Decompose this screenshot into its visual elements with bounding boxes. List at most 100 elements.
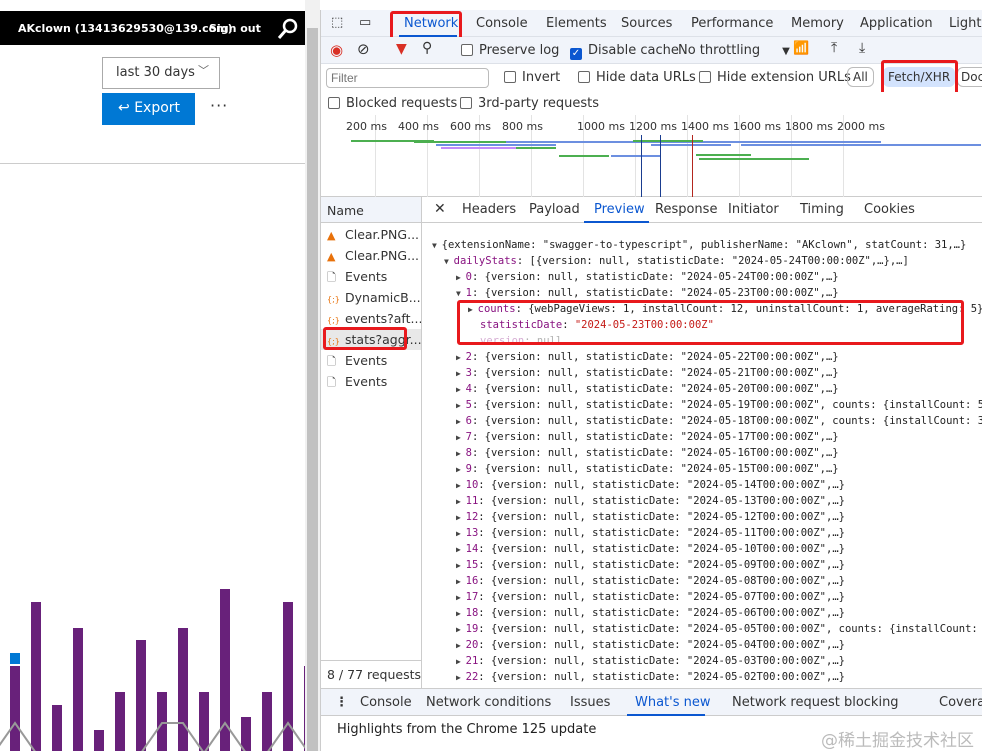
preview-line[interactable]: ▶ 9: {version: null, statisticDate: "202… bbox=[456, 463, 839, 475]
filter-doc-button[interactable]: Doc bbox=[957, 67, 982, 87]
detail-tab-preview[interactable]: Preview bbox=[594, 202, 645, 217]
preview-line[interactable]: ▶ 6: {version: null, statisticDate: "202… bbox=[456, 415, 982, 427]
preview-line[interactable]: ▶ 18: {version: null, statisticDate: "20… bbox=[456, 607, 845, 619]
export-har-icon[interactable]: ⤓ bbox=[859, 40, 865, 56]
drawer-tab-coverage[interactable]: Coverage bbox=[939, 695, 982, 710]
tab-application[interactable]: Application bbox=[860, 16, 933, 31]
invert-checkbox[interactable]: Invert bbox=[504, 70, 560, 85]
preview-line[interactable]: ▶ 21: {version: null, statisticDate: "20… bbox=[456, 655, 845, 667]
preview-line[interactable]: ▶ 12: {version: null, statisticDate: "20… bbox=[456, 511, 845, 523]
filter-input[interactable] bbox=[326, 68, 489, 88]
tab-elements[interactable]: Elements bbox=[546, 16, 607, 31]
preview-line[interactable]: ▶ 11: {version: null, statisticDate: "20… bbox=[456, 495, 845, 507]
import-har-icon[interactable]: ⤒ bbox=[831, 40, 837, 56]
preview-line[interactable]: ▶ 2: {version: null, statisticDate: "202… bbox=[456, 351, 839, 363]
expand-triangle-icon: ▶ bbox=[456, 673, 466, 682]
record-icon[interactable]: ◉ bbox=[330, 41, 343, 59]
drawer-tab-network-conditions[interactable]: Network conditions bbox=[426, 695, 551, 710]
preview-line[interactable]: ▶ 4: {version: null, statisticDate: "202… bbox=[456, 383, 839, 395]
request-row[interactable]: {;} DynamicB... bbox=[321, 287, 421, 308]
preview-line[interactable]: ▶ 7: {version: null, statisticDate: "202… bbox=[456, 431, 839, 443]
chart-bar[interactable] bbox=[52, 705, 62, 751]
tab-memory[interactable]: Memory bbox=[791, 16, 844, 31]
preview-line[interactable]: ▼ 1: {version: null, statisticDate: "202… bbox=[456, 287, 839, 299]
preview-line[interactable]: ▶ 17: {version: null, statisticDate: "20… bbox=[456, 591, 845, 603]
network-timeline[interactable]: 200 ms 400 ms 600 ms 800 ms 1000 ms 1200 ms 14… bbox=[321, 115, 982, 197]
hide-data-urls-checkbox[interactable]: Hide data URLs bbox=[578, 70, 696, 85]
inspect-element-icon[interactable]: ⬚ bbox=[331, 15, 343, 30]
chart-bar[interactable] bbox=[73, 628, 83, 751]
preview-line[interactable]: ▶ 8: {version: null, statisticDate: "202… bbox=[456, 447, 839, 459]
search-icon[interactable]: ⚲ bbox=[422, 40, 432, 56]
date-range-dropdown[interactable]: last 30 days ﹀ bbox=[102, 57, 220, 89]
preview-text: 22 bbox=[465, 671, 479, 683]
third-party-checkbox[interactable]: 3rd-party requests bbox=[460, 96, 599, 111]
user-account[interactable]: AKclown (13413629530@139.com) bbox=[18, 22, 233, 35]
sign-out-link[interactable]: Sign out bbox=[209, 22, 261, 35]
preview-line[interactable]: ▼ dailyStats: [{version: null, statistic… bbox=[444, 255, 909, 267]
detail-tab-headers[interactable]: Headers bbox=[462, 202, 516, 217]
preview-line[interactable]: ▶ 13: {version: null, statisticDate: "20… bbox=[456, 527, 845, 539]
chart-bar[interactable] bbox=[262, 692, 272, 751]
drawer-tab-what-s-new[interactable]: What's new bbox=[635, 695, 711, 710]
request-row[interactable]: 🗋 Events bbox=[321, 350, 421, 371]
detail-tab-initiator[interactable]: Initiator bbox=[728, 202, 779, 217]
preview-line[interactable]: ▶ 3: {version: null, statisticDate: "202… bbox=[456, 367, 839, 379]
search-icon[interactable] bbox=[277, 18, 299, 40]
page-scrollbar-thumb[interactable] bbox=[307, 28, 318, 751]
chart-bar[interactable] bbox=[10, 666, 20, 751]
detail-tab-cookies[interactable]: Cookies bbox=[864, 202, 915, 217]
chart-bar[interactable] bbox=[31, 602, 41, 751]
chart-bar[interactable] bbox=[136, 640, 146, 751]
chart-bar[interactable] bbox=[178, 628, 188, 751]
tab-lighth[interactable]: Lighth bbox=[949, 16, 982, 31]
preview-line[interactable]: ▶ 20: {version: null, statisticDate: "20… bbox=[456, 639, 845, 651]
drawer-menu-icon[interactable]: ⋮ bbox=[335, 695, 348, 710]
preserve-log-checkbox[interactable]: Preserve log bbox=[461, 43, 559, 58]
preview-line[interactable]: ▶ 5: {version: null, statisticDate: "202… bbox=[456, 399, 982, 411]
filter-icon[interactable]: ▼ bbox=[396, 41, 407, 57]
request-row[interactable]: ▲ Clear.PNG... bbox=[321, 245, 421, 266]
detail-tab-timing[interactable]: Timing bbox=[800, 202, 844, 217]
tab-performance[interactable]: Performance bbox=[691, 16, 773, 31]
selected-bar-marker bbox=[10, 653, 20, 664]
request-row[interactable]: ▲ Clear.PNG... bbox=[321, 224, 421, 245]
preview-line[interactable]: ▶ 22: {version: null, statisticDate: "20… bbox=[456, 671, 845, 683]
tab-console[interactable]: Console bbox=[476, 16, 528, 31]
network-conditions-icon[interactable]: 📶 bbox=[793, 41, 809, 56]
preview-line[interactable]: ▶ 16: {version: null, statisticDate: "20… bbox=[456, 575, 845, 587]
throttling-select[interactable]: No throttling ▼ bbox=[678, 43, 790, 58]
close-icon[interactable]: ✕ bbox=[434, 201, 446, 217]
chart-bar[interactable] bbox=[115, 692, 125, 751]
chart-bar[interactable] bbox=[199, 692, 209, 751]
preview-line[interactable]: ▼ {extensionName: "swagger-to-typescript… bbox=[432, 239, 966, 251]
preview-line[interactable]: ▶ 14: {version: null, statisticDate: "20… bbox=[456, 543, 845, 555]
disable-cache-checkbox[interactable]: ✓ Disable cache bbox=[570, 43, 679, 60]
tab-sources[interactable]: Sources bbox=[621, 16, 672, 31]
drawer-tab-network-request-blocking[interactable]: Network request blocking bbox=[732, 695, 899, 710]
export-button[interactable]: ↩ Export bbox=[102, 93, 195, 125]
blocked-requests-checkbox[interactable]: Blocked requests bbox=[328, 96, 457, 111]
request-row[interactable]: 🗋 Events bbox=[321, 371, 421, 392]
detail-tab-payload[interactable]: Payload bbox=[529, 202, 580, 217]
chart-bar[interactable] bbox=[94, 730, 104, 751]
preview-line[interactable]: ▶ 15: {version: null, statisticDate: "20… bbox=[456, 559, 845, 571]
request-row[interactable]: 🗋 Events bbox=[321, 266, 421, 287]
preview-line[interactable]: ▶ 19: {version: null, statisticDate: "20… bbox=[456, 623, 982, 635]
device-toolbar-icon[interactable]: ▭ bbox=[359, 15, 371, 30]
chart-bar[interactable] bbox=[241, 717, 251, 751]
request-row[interactable]: {;} events?aft... bbox=[321, 308, 421, 329]
clear-icon[interactable]: ⊘ bbox=[357, 40, 370, 58]
more-options-button[interactable]: ··· bbox=[210, 96, 228, 115]
preview-line[interactable]: ▶ 10: {version: null, statisticDate: "20… bbox=[456, 479, 845, 491]
drawer-tab-console[interactable]: Console bbox=[360, 695, 412, 710]
hide-extension-urls-checkbox[interactable]: Hide extension URLs bbox=[699, 70, 851, 85]
filter-all-button[interactable]: All bbox=[847, 67, 874, 87]
name-column-header[interactable]: Name bbox=[321, 197, 421, 223]
drawer-tab-issues[interactable]: Issues bbox=[570, 695, 610, 710]
chart-bar[interactable] bbox=[157, 692, 167, 751]
tab-network[interactable]: Network bbox=[404, 16, 458, 31]
detail-tab-response[interactable]: Response bbox=[655, 202, 717, 217]
preview-line[interactable]: ▶ 0: {version: null, statisticDate: "202… bbox=[456, 271, 839, 283]
expand-triangle-icon: ▶ bbox=[456, 561, 466, 570]
